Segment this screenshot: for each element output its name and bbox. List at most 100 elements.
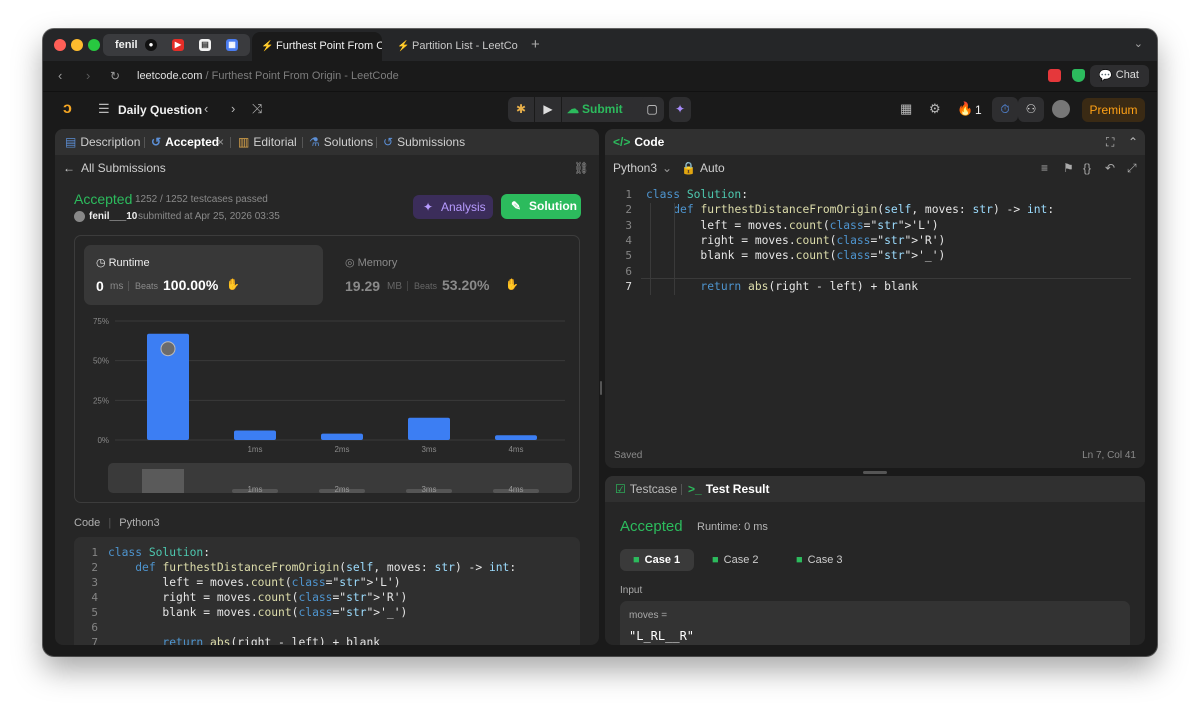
- browser-tabstrip: fenil ● ▶ ▤ ▦ ⚡ Furthest Point From Or ⚡…: [43, 29, 1157, 61]
- debug-icon[interactable]: ✱: [508, 97, 534, 122]
- timer-icon[interactable]: ⏱: [992, 97, 1018, 122]
- all-submissions-link[interactable]: ← All Submissions: [63, 161, 166, 175]
- run-button[interactable]: ▶: [535, 97, 561, 122]
- tab-testcase[interactable]: ☑ Testcase: [615, 482, 677, 496]
- case-tab-2[interactable]: ■ Case 2: [702, 549, 776, 571]
- cloud-upload-icon: ☁: [567, 102, 579, 116]
- notes-icon[interactable]: ▢: [640, 97, 664, 122]
- close-tab-icon[interactable]: ×: [217, 135, 224, 149]
- chat-button[interactable]: 💬 Chat: [1089, 65, 1149, 87]
- code-editor[interactable]: 1 class Solution: 2 def furthestDistanceFr…: [605, 183, 1145, 443]
- line-number: 4: [625, 233, 632, 247]
- calendar-icon[interactable]: ▦: [226, 39, 238, 51]
- close-window-button[interactable]: [54, 39, 66, 51]
- case-tab-3[interactable]: ■ Case 3: [786, 549, 860, 571]
- youtube-icon[interactable]: ▶: [172, 39, 184, 51]
- settings-gear-icon[interactable]: ⚙: [929, 101, 941, 117]
- auto-mode-toggle[interactable]: 🔒 Auto: [681, 161, 725, 175]
- input-label: Input: [620, 585, 643, 596]
- range-slider-label: 3ms: [421, 485, 436, 494]
- streak-fire-icon[interactable]: 🔥: [957, 101, 973, 117]
- performance-card: ◷ Runtime 0 ms Beats 100.00% ✋ ◎ Memory 19…: [74, 235, 580, 503]
- submitted-code-block[interactable]: 1 class Solution: 2 def furthestDistanceFr…: [74, 537, 580, 645]
- pinned-tab-group[interactable]: fenil ● ▶ ▤ ▦: [103, 34, 250, 56]
- tab-submissions[interactable]: ↺ Submissions: [383, 135, 465, 149]
- tab-accepted[interactable]: ↺ Accepted: [151, 135, 219, 149]
- y-tick-label: 75%: [93, 317, 109, 326]
- chevron-down-icon[interactable]: ⌄: [1134, 37, 1143, 50]
- reload-icon[interactable]: ↻: [110, 69, 120, 83]
- share-link-icon[interactable]: ⛓: [574, 161, 589, 175]
- memory-label: ◎ Memory: [345, 257, 398, 269]
- tab-test-result[interactable]: >_ Test Result: [688, 482, 769, 496]
- tab-editorial[interactable]: ▥ Editorial: [238, 135, 297, 149]
- clap-icon: ✋: [505, 279, 519, 291]
- forward-icon[interactable]: ›: [86, 68, 90, 83]
- test-runtime: Runtime: 0 ms: [697, 521, 768, 533]
- line-number: 2: [625, 203, 632, 217]
- memory-stat[interactable]: ◎ Memory 19.29 MB Beats 53.20% ✋: [333, 245, 572, 305]
- ai-sparkle-icon[interactable]: ✦: [669, 97, 691, 122]
- leetcode-logo-icon[interactable]: ↄ: [63, 100, 79, 120]
- chart-bar[interactable]: [495, 435, 537, 440]
- avatar[interactable]: [1052, 100, 1070, 118]
- memory-value: 19.29: [345, 278, 381, 294]
- tab-title: Partition List - LeetCod: [412, 40, 518, 52]
- chart-bar[interactable]: [408, 417, 450, 440]
- indent-guide: [650, 203, 651, 295]
- y-tick-label: 50%: [93, 357, 109, 366]
- maximize-icon[interactable]: ⛶: [1106, 135, 1114, 150]
- range-slider-selection[interactable]: [142, 469, 184, 493]
- braces-icon[interactable]: {}: [1083, 161, 1091, 175]
- panel-resize-handle[interactable]: [600, 381, 602, 395]
- input-value-box[interactable]: moves = "L_RL__R": [620, 601, 1130, 645]
- case-tab-1[interactable]: ■ Case 1: [620, 549, 694, 571]
- bookmark-icon[interactable]: ⚑: [1063, 161, 1074, 175]
- runtime-distribution-chart[interactable]: 0% 25% 50% 75% 1ms 2ms 3ms 4ms 1ms 2ms 3ms 4ms: [75, 311, 581, 501]
- notion-icon[interactable]: ▤: [199, 39, 211, 51]
- leetcode-header: ↄ ☰ Daily Question ‹ › ⤨ ✱ ▶ ☁ Submit ▢ …: [43, 92, 1157, 128]
- shuffle-icon[interactable]: ⤨: [252, 101, 262, 117]
- runtime-stat[interactable]: ◷ Runtime 0 ms Beats 100.00% ✋: [84, 245, 323, 305]
- analysis-button[interactable]: ✦ Analysis: [413, 195, 493, 219]
- next-problem-icon[interactable]: ›: [231, 101, 235, 116]
- submit-label: Submit: [582, 102, 623, 116]
- username[interactable]: fenil___10: [89, 211, 137, 222]
- minimize-window-button[interactable]: [71, 39, 83, 51]
- saved-status: Saved: [614, 450, 643, 461]
- tab-description[interactable]: ▤ Description: [65, 135, 140, 149]
- panel-resize-handle[interactable]: [863, 471, 887, 474]
- prev-problem-icon[interactable]: ‹: [204, 101, 208, 116]
- format-lines-icon[interactable]: ≡: [1041, 161, 1048, 175]
- y-tick-label: 0%: [97, 436, 109, 445]
- new-tab-button[interactable]: +: [531, 36, 540, 53]
- browser-tab-active[interactable]: ⚡ Furthest Point From Or: [252, 32, 382, 61]
- arrow-left-icon: ←: [63, 161, 75, 175]
- reset-icon[interactable]: ↶: [1105, 161, 1115, 175]
- layout-grid-icon[interactable]: ▦: [900, 101, 912, 117]
- daily-question-link[interactable]: Daily Question: [118, 103, 202, 117]
- code-editor-panel: </> Code ⛶ ⌃ Python3 ⌄ 🔒 Auto ≡ ⚑ {} ↶ ⤢ 1 c…: [605, 129, 1145, 468]
- problem-list-icon[interactable]: ☰: [98, 101, 110, 117]
- browser-tab[interactable]: ⚡ Partition List - LeetCod: [388, 32, 518, 61]
- shield-extension-icon[interactable]: [1072, 69, 1085, 82]
- back-icon[interactable]: ‹: [58, 68, 62, 83]
- chart-bar[interactable]: [321, 433, 363, 440]
- url-field[interactable]: leetcode.com / Furthest Point From Origi…: [137, 70, 399, 82]
- collapse-chevron-icon[interactable]: ⌃: [1128, 135, 1138, 149]
- chart-bar[interactable]: [234, 430, 276, 440]
- indent-guide: [674, 203, 675, 295]
- github-icon[interactable]: ●: [145, 39, 157, 51]
- premium-button[interactable]: Premium: [1082, 98, 1145, 122]
- tab-solutions[interactable]: ⚗ Solutions: [309, 135, 373, 149]
- code-section-label: Code | Python3: [74, 517, 160, 529]
- maximize-window-button[interactable]: [88, 39, 100, 51]
- extension-icon[interactable]: [1048, 69, 1061, 82]
- add-friend-icon[interactable]: ⚇: [1018, 97, 1044, 122]
- divider: [407, 281, 408, 291]
- solution-button[interactable]: ✎ Solution: [501, 194, 581, 219]
- language-select[interactable]: Python3 ⌄: [613, 161, 672, 175]
- code-line: left = moves.count(class="str">'L'): [108, 576, 401, 589]
- runtime-label: ◷ Runtime: [96, 257, 150, 269]
- expand-icon[interactable]: ⤢: [1127, 161, 1137, 176]
